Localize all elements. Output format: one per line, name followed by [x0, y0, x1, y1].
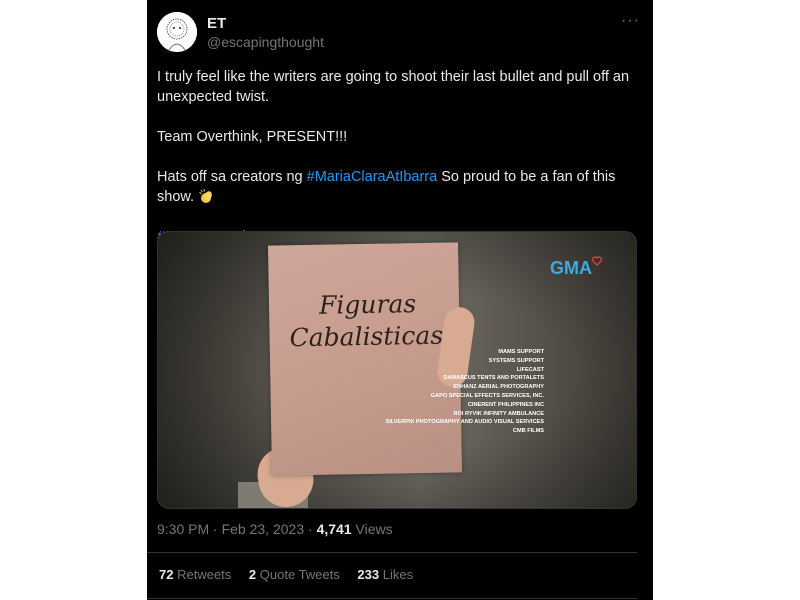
end-credits: MAMS SUPPORT SYSTEMS SUPPORT LIFECAST DA… — [348, 348, 544, 436]
separator: · — [308, 521, 313, 537]
retweets-link[interactable]: 72 Retweets — [159, 567, 231, 582]
gma-heart-icon — [591, 256, 603, 266]
display-name[interactable]: ET — [207, 15, 226, 32]
likes-link[interactable]: 233 Likes — [357, 567, 413, 582]
credit-line: SYSTEMS SUPPORT — [488, 357, 544, 364]
retweets-count: 72 — [159, 567, 174, 582]
media-image[interactable]: Figuras Cabalisticas GMA MAMS SUPPORT SY… — [157, 231, 637, 509]
tweet-time[interactable]: 9:30 PM — [157, 521, 209, 537]
avatar[interactable] — [157, 12, 197, 52]
tweet-card: ET @escapingthought ··· I truly feel lik… — [147, 0, 653, 600]
clapping-hands-icon — [198, 188, 214, 204]
separator: · — [213, 521, 218, 537]
gma-logo-text: GMA — [550, 258, 592, 278]
credit-line: CINERENT PHILIPPINES INC — [467, 401, 544, 408]
tweet-stats: 72 Retweets 2 Quote Tweets 233 Likes — [159, 567, 427, 582]
tweet-date[interactable]: Feb 23, 2023 — [222, 521, 305, 537]
tweet-text: Hats off sa creators ng — [157, 169, 307, 185]
tweet-text-line: I truly feel like the writers are going … — [157, 69, 630, 105]
paper-title: Figuras Cabalisticas — [289, 287, 465, 354]
credit-line: CMB FILMS — [512, 428, 544, 435]
tweet-meta: 9:30 PM · Feb 23, 2023 · 4,741 Views — [157, 521, 393, 537]
credit-line: SILVERPIX PHOTOGRAPHY AND AUDIO VISUAL S… — [385, 419, 544, 426]
quotes-count: 2 — [248, 567, 257, 582]
credit-line: DAMASCUS TENTS AND PORTALETS — [443, 375, 544, 382]
likes-label: Likes — [382, 567, 414, 582]
retweets-label: Retweets — [177, 567, 232, 582]
sketch-avatar-icon — [157, 12, 197, 52]
views-count: 4,741 — [316, 521, 352, 537]
tweet-text-line: Team Overthink, PRESENT!!! — [157, 129, 348, 145]
hashtag-link[interactable]: #MariaClaraAtIbarra — [307, 169, 438, 185]
credit-line: ENHANZ AERIAL PHOTOGRAPHY — [453, 384, 544, 391]
user-handle[interactable]: @escapingthought — [207, 34, 324, 50]
credit-line: ROI RYVIK INFINITY AMBULANCE — [453, 410, 544, 417]
likes-count: 233 — [357, 567, 380, 582]
gma-logo: GMA — [550, 256, 603, 279]
more-options-icon[interactable]: ··· — [621, 12, 640, 30]
credit-line: GAPO SPECIAL EFFECTS SERVICES, INC. — [430, 392, 544, 399]
paper-title-line: Figuras — [318, 289, 417, 320]
credit-line: MAMS SUPPORT — [498, 349, 544, 355]
credit-line: LIFECAST — [516, 366, 544, 373]
quotes-label: Quote Tweets — [259, 567, 340, 582]
tweet-text-line: Hats off sa creators ng #MariaClaraAtIba… — [157, 167, 637, 207]
views-label: Views — [355, 521, 393, 537]
quote-tweets-link[interactable]: 2 Quote Tweets — [249, 567, 340, 582]
divider — [147, 598, 637, 599]
divider — [147, 552, 637, 553]
